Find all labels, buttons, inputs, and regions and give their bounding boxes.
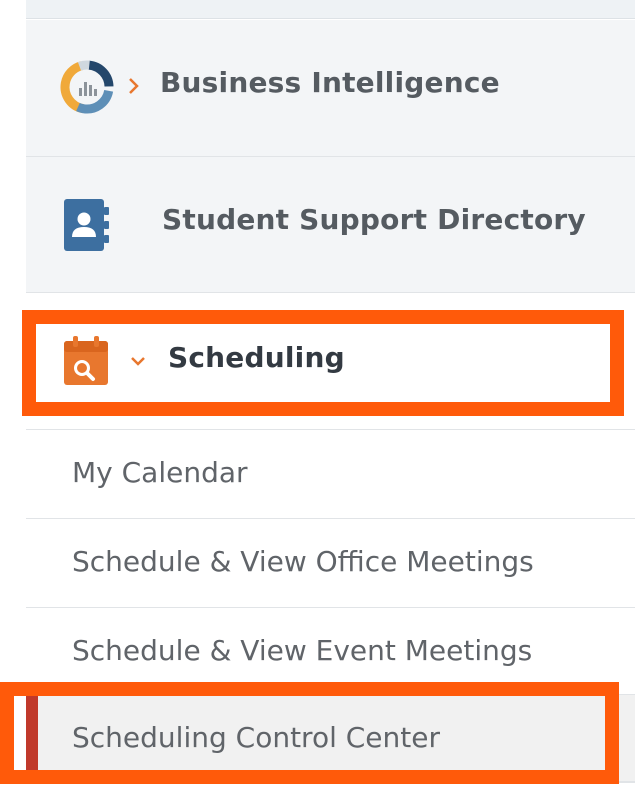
contact-book-icon [62,197,112,253]
nav-item-label: Student Support Directory [162,203,586,236]
sub-item-office-meetings[interactable]: Schedule & View Office Meetings [26,519,635,609]
sub-item-my-calendar[interactable]: My Calendar [26,430,635,520]
chevron-right-icon [127,76,141,96]
sub-item-label: Scheduling Control Center [72,721,440,754]
active-indicator [26,695,38,781]
chevron-down-icon [129,353,147,367]
chart-donut-icon [58,58,116,116]
nav-item-business-intelligence[interactable]: Business Intelligence [26,20,635,158]
sub-item-label: Schedule & View Office Meetings [72,545,534,578]
sub-item-event-meetings[interactable]: Schedule & View Event Meetings [26,608,635,696]
sidebar-nav: Business Intelligence Student Support Di… [26,0,635,805]
calendar-search-icon [62,335,112,387]
sub-item-scheduling-control-center[interactable]: Scheduling Control Center [26,695,635,783]
sub-item-label: My Calendar [72,456,248,489]
nav-item-label: Business Intelligence [160,66,500,99]
nav-item-student-support-directory[interactable]: Student Support Directory [26,157,635,294]
nav-item-label: Scheduling [168,341,345,374]
nav-item-scheduling[interactable]: Scheduling [26,293,635,431]
top-divider [26,0,635,19]
sub-item-label: Schedule & View Event Meetings [72,634,533,667]
